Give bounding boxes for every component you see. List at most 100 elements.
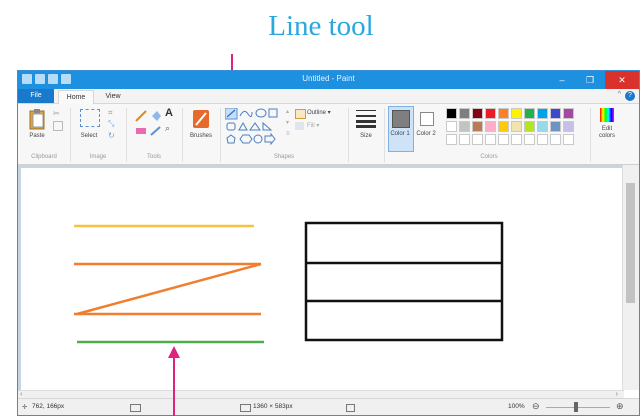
paint-window: Untitled - Paint – ❐ ✕ File Home View ^ …	[17, 70, 640, 416]
fill-icon[interactable]	[150, 110, 162, 122]
color-swatch[interactable]	[563, 121, 574, 132]
fill-dropdown[interactable]: Fill ▾	[307, 123, 347, 130]
drawn-rectangle	[304, 221, 504, 342]
fill-bucket-icon	[295, 122, 304, 130]
color-swatch[interactable]	[472, 121, 483, 132]
close-button[interactable]: ✕	[605, 71, 639, 89]
status-bar: ✛ 762, 166px 1360 × 583px 100% ⊖ ⊕	[18, 398, 639, 415]
color-picker-icon[interactable]	[150, 126, 162, 136]
color-swatch[interactable]	[511, 108, 522, 119]
color-swatch[interactable]	[550, 121, 561, 132]
color1-label[interactable]: Color 1	[389, 131, 411, 138]
color-swatch[interactable]	[446, 108, 457, 119]
color-swatch[interactable]	[459, 121, 470, 132]
zoom-slider[interactable]	[546, 407, 610, 408]
zoom-in-button[interactable]: ⊕	[616, 401, 624, 412]
shapes-gallery[interactable]	[225, 108, 283, 146]
shapes-group-label: Shapes	[273, 154, 295, 160]
color-swatch[interactable]	[537, 108, 548, 119]
custom-color-slot[interactable]	[563, 134, 574, 145]
file-size-icon	[346, 404, 355, 412]
cut-icon[interactable]: ✂	[53, 109, 60, 118]
crop-icon[interactable]: ⌗	[108, 108, 113, 118]
ribbon-tabs: File Home View ^ ?	[18, 89, 639, 104]
tools-group-label: Tools	[146, 154, 161, 160]
color-swatch[interactable]	[446, 121, 457, 132]
custom-color-slot[interactable]	[550, 134, 561, 145]
outline-icon	[295, 109, 306, 119]
clipboard-group-label: Clipboard	[31, 154, 57, 160]
minimize-button[interactable]: –	[549, 71, 575, 89]
vertical-scroll-thumb[interactable]	[626, 183, 635, 303]
image-size: 1360 × 583px	[253, 403, 293, 410]
edit-colors-icon[interactable]	[600, 108, 614, 122]
color-swatch[interactable]	[498, 121, 509, 132]
shapes-scroll-icon[interactable]: ▴	[286, 108, 289, 115]
color-swatch[interactable]	[524, 121, 535, 132]
divider	[348, 108, 349, 162]
zoom-out-button[interactable]: ⊖	[532, 401, 540, 412]
paste-button[interactable]: Paste	[22, 133, 52, 140]
size-icon[interactable]	[356, 108, 376, 128]
color2-swatch[interactable]	[420, 112, 434, 126]
tab-file[interactable]: File	[18, 89, 54, 103]
rotate-icon[interactable]: ↻	[108, 131, 115, 140]
color-swatch[interactable]	[563, 108, 574, 119]
custom-color-slot[interactable]	[511, 134, 522, 145]
shapes-scroll-down-icon[interactable]: ▾	[286, 119, 289, 126]
color-swatch[interactable]	[472, 108, 483, 119]
outline-dropdown[interactable]: Outline ▾	[307, 110, 347, 117]
custom-color-slot[interactable]	[459, 134, 470, 145]
scroll-left-icon[interactable]: ‹	[20, 391, 22, 398]
tab-home[interactable]: Home	[58, 90, 94, 104]
ribbon: Paste ✂ Clipboard Select ⌗ ⤡ ↻ Image A ⌕…	[18, 104, 639, 165]
colors-group-label: Colors	[480, 154, 498, 160]
custom-color-slot[interactable]	[498, 134, 509, 145]
canvas-area	[18, 165, 624, 390]
size-button[interactable]: Size	[350, 133, 382, 140]
callout-arrow-bottom	[168, 346, 180, 416]
select-icon[interactable]	[80, 109, 100, 127]
eraser-icon[interactable]	[135, 126, 147, 136]
image-group-label: Image	[89, 154, 107, 160]
scroll-right-icon[interactable]: ›	[616, 391, 618, 398]
color-swatch[interactable]	[498, 108, 509, 119]
custom-color-slot[interactable]	[537, 134, 548, 145]
title-bar: Untitled - Paint – ❐ ✕	[18, 71, 639, 89]
copy-icon[interactable]	[53, 121, 63, 131]
paste-icon[interactable]	[28, 108, 46, 130]
drawing-canvas[interactable]	[21, 168, 624, 390]
magnifier-icon[interactable]: ⌕	[165, 123, 170, 134]
pencil-icon[interactable]	[135, 110, 147, 122]
zoom-level: 100%	[508, 403, 525, 410]
color-swatch[interactable]	[537, 121, 548, 132]
color-swatch[interactable]	[550, 108, 561, 119]
line-tool-callout: Line tool	[268, 10, 374, 42]
selection-size-icon	[130, 404, 141, 412]
collapse-ribbon-icon[interactable]: ^	[618, 91, 621, 98]
color-swatch[interactable]	[459, 108, 470, 119]
help-button[interactable]: ?	[625, 91, 635, 101]
color2-label[interactable]: Color 2	[415, 131, 437, 138]
color-swatch[interactable]	[511, 121, 522, 132]
brushes-icon[interactable]	[191, 108, 211, 130]
color-swatch[interactable]	[524, 108, 535, 119]
color-swatch[interactable]	[485, 108, 496, 119]
edit-colors-button[interactable]: Edit colors	[594, 126, 620, 140]
custom-color-slot[interactable]	[446, 134, 457, 145]
resize-icon[interactable]: ⤡	[108, 119, 114, 129]
text-icon[interactable]: A	[165, 107, 173, 119]
custom-color-slot[interactable]	[472, 134, 483, 145]
color1-swatch	[392, 110, 410, 128]
brushes-button[interactable]: Brushes	[184, 133, 218, 140]
shapes-expand-icon[interactable]: ≡	[286, 131, 290, 137]
maximize-button[interactable]: ❐	[577, 71, 603, 89]
zoom-slider-thumb[interactable]	[574, 402, 578, 412]
custom-color-slot[interactable]	[485, 134, 496, 145]
vertical-scrollbar[interactable]	[622, 165, 639, 390]
color-swatch[interactable]	[485, 121, 496, 132]
image-size-icon	[240, 404, 251, 412]
custom-color-slot[interactable]	[524, 134, 535, 145]
tab-view[interactable]: View	[98, 90, 128, 103]
select-button[interactable]: Select	[74, 133, 104, 140]
